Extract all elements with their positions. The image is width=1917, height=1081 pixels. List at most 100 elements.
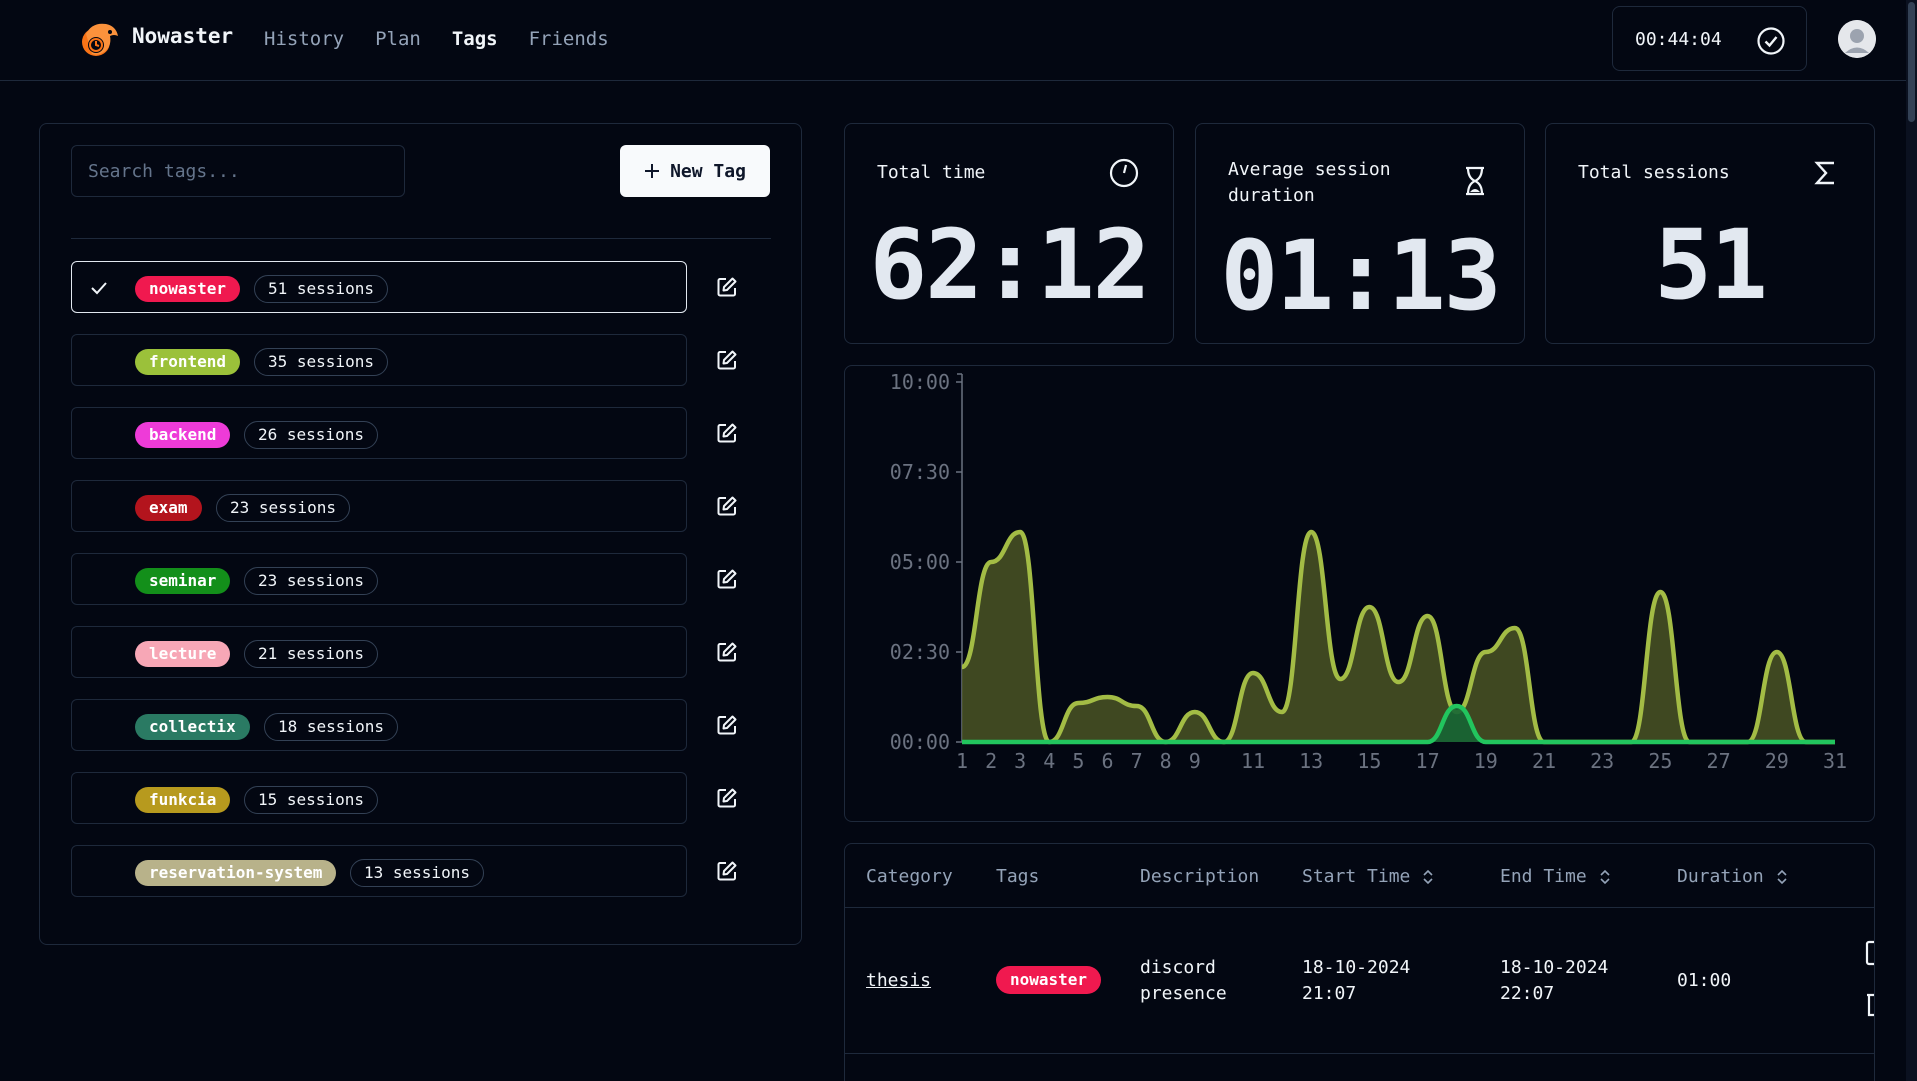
tag-row-lecture[interactable]: lecture 21 sessions: [71, 626, 687, 678]
edit-icon: [717, 350, 737, 370]
trash-icon[interactable]: [1865, 990, 1875, 1020]
average-session-card: Average session duration 01:13: [1195, 123, 1525, 344]
col-end-time-label: End Time: [1500, 866, 1587, 887]
brand-name[interactable]: Nowaster: [132, 24, 233, 48]
x-tick-label: 7: [1131, 749, 1143, 773]
x-tick-label: 23: [1590, 749, 1614, 773]
x-tick-label: 3: [1014, 749, 1026, 773]
x-tick-label: 27: [1707, 749, 1731, 773]
edit-tag-button[interactable]: [710, 562, 744, 596]
tag-session-count: 26 sessions: [244, 421, 378, 449]
edit-icon: [717, 569, 737, 589]
main-nav: History Plan Tags Friends: [264, 28, 609, 50]
tag-pill: collectix: [135, 714, 250, 740]
total-sessions-value: 51: [1654, 209, 1768, 321]
sigma-icon: [1814, 161, 1834, 185]
scrollbar-thumb[interactable]: [1908, 2, 1915, 122]
row-start-time: 18-10-2024 21:07: [1302, 955, 1410, 1007]
col-category-header[interactable]: Category: [866, 866, 953, 887]
tag-session-count: 23 sessions: [244, 567, 378, 595]
x-tick-label: 29: [1765, 749, 1789, 773]
y-tick-label: 00:00: [890, 730, 950, 754]
col-start-time-header[interactable]: Start Time: [1302, 866, 1434, 887]
col-duration-header[interactable]: Duration: [1677, 866, 1788, 887]
timer-value: 00:44:04: [1635, 29, 1722, 50]
col-tags-header: Tags: [996, 866, 1039, 887]
x-tick-label: 21: [1532, 749, 1556, 773]
col-end-time-header[interactable]: End Time: [1500, 866, 1611, 887]
row-duration: 01:00: [1677, 970, 1732, 991]
new-tag-button[interactable]: New Tag: [620, 145, 770, 197]
row-description-line1: discord: [1140, 957, 1216, 978]
edit-tag-button[interactable]: [710, 854, 744, 888]
edit-tag-button[interactable]: [710, 489, 744, 523]
user-avatar[interactable]: [1838, 20, 1876, 58]
tag-row-backend[interactable]: backend 26 sessions: [71, 407, 687, 459]
x-tick-label: 15: [1357, 749, 1381, 773]
x-tick-label: 2: [985, 749, 997, 773]
tag-row-funkcia[interactable]: funkcia 15 sessions: [71, 772, 687, 824]
tag-session-count: 13 sessions: [350, 859, 484, 887]
edit-icon: [717, 715, 737, 735]
tag-pill: nowaster: [135, 276, 241, 302]
tag-pill: seminar: [135, 568, 231, 594]
average-session-label: Average session duration: [1228, 159, 1391, 206]
edit-tag-button[interactable]: [710, 781, 744, 815]
col-category-label: Category: [866, 866, 953, 887]
tag-row-collectix[interactable]: collectix 18 sessions: [71, 699, 687, 751]
hourglass-icon: [1466, 166, 1484, 196]
edit-icon: [717, 423, 737, 443]
tag-row-exam[interactable]: exam 23 sessions: [71, 480, 687, 532]
lion-logo-icon[interactable]: [78, 18, 122, 62]
y-tick-label: 10:00: [890, 370, 950, 394]
nav-tags[interactable]: Tags: [452, 28, 498, 50]
header-divider: [845, 907, 1874, 908]
nav-history[interactable]: History: [264, 28, 344, 50]
x-tick-label: 31: [1823, 749, 1847, 773]
tag-pill: reservation-system: [135, 860, 337, 886]
x-tick-label: 5: [1072, 749, 1084, 773]
check-circle-icon[interactable]: [1755, 25, 1787, 57]
x-tick-label: 6: [1101, 749, 1113, 773]
tag-session-count: 21 sessions: [244, 640, 378, 668]
edit-tag-button[interactable]: [710, 416, 744, 450]
row-end-clock: 22:07: [1500, 983, 1555, 1004]
avatar-image: [1838, 20, 1876, 58]
tag-row-nowaster[interactable]: nowaster 51 sessions: [71, 261, 687, 313]
tag-row-frontend[interactable]: frontend 35 sessions: [71, 334, 687, 386]
page-scrollbar[interactable]: [1906, 0, 1917, 1081]
nav-plan[interactable]: Plan: [375, 28, 421, 50]
tag-pill: backend: [135, 422, 231, 448]
row-end-time: 18-10-2024 22:07: [1500, 955, 1608, 1007]
col-description-header: Description: [1140, 866, 1259, 887]
edit-tag-button[interactable]: [710, 270, 744, 304]
divider: [71, 238, 771, 239]
tag-row-reservation-system[interactable]: reservation-system 13 sessions: [71, 845, 687, 897]
edit-tag-button[interactable]: [710, 635, 744, 669]
tags-panel: New Tag nowaster 51 sessions frontend 35 se…: [39, 123, 802, 945]
tag-session-count: 15 sessions: [244, 786, 378, 814]
sessions-table: Category Tags Description Start Time End…: [844, 843, 1875, 1081]
tag-pill: lecture: [135, 641, 231, 667]
sort-icon: [1600, 869, 1610, 884]
session-timer[interactable]: 00:44:04: [1612, 6, 1807, 71]
row-start-date: 18-10-2024: [1302, 957, 1411, 978]
edit-icon: [717, 861, 737, 881]
y-tick-label: 02:30: [890, 640, 950, 664]
edit-tag-button[interactable]: [710, 343, 744, 377]
search-tags-input[interactable]: [71, 145, 405, 197]
edit-tag-button[interactable]: [710, 708, 744, 742]
tag-row-seminar[interactable]: seminar 23 sessions: [71, 553, 687, 605]
total-time-value: 62:12: [869, 209, 1151, 321]
total-sessions-label: Total sessions: [1578, 162, 1730, 183]
tag-pill: exam: [135, 495, 202, 521]
edit-icon: [717, 277, 737, 297]
edit-icon: [717, 496, 737, 516]
tag-session-count: 35 sessions: [254, 348, 388, 376]
nav-friends[interactable]: Friends: [529, 28, 609, 50]
row-category-link[interactable]: thesis: [866, 968, 931, 994]
row-start-clock: 21:07: [1302, 983, 1357, 1004]
tag-session-count: 51 sessions: [254, 275, 388, 303]
total-time-label: Total time: [877, 162, 986, 183]
edit-icon[interactable]: [1865, 939, 1875, 969]
